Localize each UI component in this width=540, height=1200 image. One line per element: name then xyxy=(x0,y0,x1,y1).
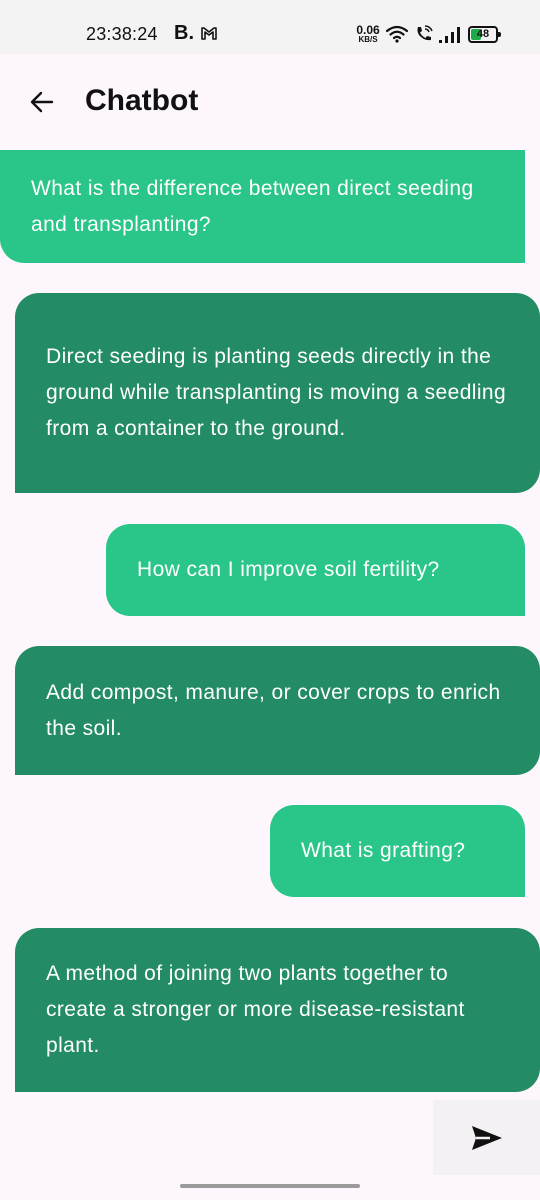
arrow-back-icon xyxy=(30,91,54,113)
bot-message-bubble: Add compost, manure, or cover crops to e… xyxy=(15,646,540,775)
signal-icon xyxy=(438,26,462,44)
user-message-bubble: What is the difference between direct se… xyxy=(0,150,525,263)
chat-message-list[interactable]: What is the difference between direct se… xyxy=(0,150,540,1100)
send-button[interactable] xyxy=(433,1100,540,1175)
gmail-icon xyxy=(200,24,218,42)
back-button[interactable] xyxy=(20,80,64,124)
app-bar: Chatbot xyxy=(0,54,540,150)
send-icon xyxy=(471,1125,502,1150)
page-title: Chatbot xyxy=(85,84,199,117)
wifi-call-icon xyxy=(414,24,434,44)
bot-message-bubble: Direct seeding is planting seeds directl… xyxy=(15,293,540,493)
app-notification-icon: B. xyxy=(174,22,194,44)
bot-message-bubble: A method of joining two plants together … xyxy=(15,928,540,1092)
status-bar: 23:38:24 B. 0.06 KB/S 48 xyxy=(0,0,540,54)
status-time: 23:38:24 xyxy=(86,24,158,44)
battery-icon: 48 xyxy=(468,26,501,43)
message-text: How can I improve soil fertility? xyxy=(137,558,440,581)
user-message-bubble: How can I improve soil fertility? xyxy=(106,524,525,616)
network-speed-unit: KB/S xyxy=(358,35,378,44)
message-input-container xyxy=(15,1100,433,1175)
message-input[interactable] xyxy=(15,1100,433,1175)
home-indicator[interactable] xyxy=(180,1184,360,1188)
message-text: A method of joining two plants together … xyxy=(46,962,465,1057)
wifi-icon xyxy=(385,25,409,43)
message-text: Direct seeding is planting seeds directl… xyxy=(46,345,507,440)
message-text: What is grafting? xyxy=(301,839,466,862)
network-speed: 0.06 KB/S xyxy=(355,24,381,44)
user-message-bubble: What is grafting? xyxy=(270,805,525,897)
message-text: Add compost, manure, or cover crops to e… xyxy=(46,680,501,740)
battery-percent: 48 xyxy=(476,28,490,40)
message-text: What is the difference between direct se… xyxy=(31,176,474,236)
